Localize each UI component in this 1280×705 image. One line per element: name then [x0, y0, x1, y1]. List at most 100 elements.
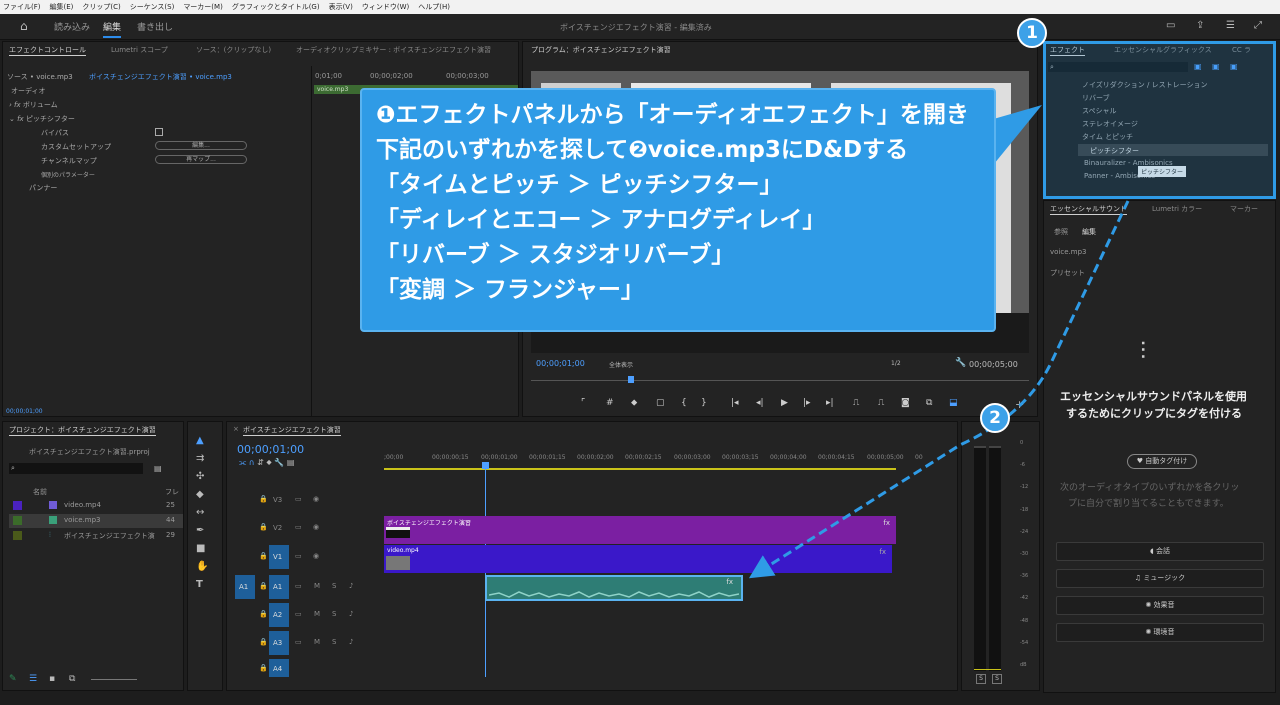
track-header-v1[interactable]: 🔒 V1 ▭ ◉	[227, 545, 384, 569]
sequence-clip-label[interactable]: ボイスチェンジエフェクト演習 • voice.mp3	[89, 72, 232, 82]
solo-button[interactable]: S	[332, 610, 336, 618]
close-icon[interactable]: ×	[233, 425, 239, 433]
rectangle-icon[interactable]: ■	[196, 544, 205, 554]
fullscreen-icon[interactable]: ⤢	[1254, 21, 1262, 31]
sync-icon[interactable]: ▭	[295, 523, 302, 531]
slip-icon[interactable]: ↔	[196, 508, 204, 518]
row-panner[interactable]: パンナー	[29, 183, 57, 193]
marker-icon[interactable]: ⬥	[631, 398, 637, 408]
row-pitch-shifter[interactable]: ⌄ fx ピッチシフター	[9, 114, 75, 124]
tab-import[interactable]: 読み込み	[54, 20, 90, 33]
solo-left-button[interactable]: S	[976, 674, 986, 684]
list-view-icon[interactable]: ☰	[29, 674, 37, 684]
share-icon[interactable]: ⇪	[1196, 21, 1204, 31]
edit-button[interactable]: 編集...	[155, 141, 247, 150]
nest-icon[interactable]: ⫘	[239, 458, 249, 467]
eye-icon[interactable]: ◉	[313, 495, 319, 503]
go-to-out-icon[interactable]: }	[701, 398, 707, 408]
icon-view-icon[interactable]: ▪	[49, 674, 55, 684]
mark-out-icon[interactable]: #	[606, 398, 614, 408]
track-header-a4[interactable]: 🔒 A4	[227, 659, 384, 677]
pencil-icon[interactable]: ✎	[9, 674, 17, 684]
freeform-view-icon[interactable]: ⧉	[69, 674, 75, 684]
menu-edit[interactable]: 編集(E)	[50, 2, 74, 12]
tab-audio-clip-mixer[interactable]: オーディオクリップミキサー : ボイスチェンジエフェクト演習	[296, 45, 491, 55]
lock-icon[interactable]: 🔒	[259, 495, 268, 503]
panel-toggle-icon[interactable]: ▭	[1166, 21, 1175, 31]
lock-icon[interactable]: 🔒	[259, 664, 268, 672]
track-header-v2[interactable]: 🔒 V2 ▭ ◉	[227, 516, 384, 540]
solo-right-button[interactable]: S	[992, 674, 1002, 684]
menu-clip[interactable]: クリップ(C)	[82, 2, 120, 12]
tab-lumetri-scopes[interactable]: Lumetri スコープ	[111, 45, 168, 55]
lock-icon[interactable]: 🔒	[259, 552, 268, 560]
tab-lumetri-color[interactable]: Lumetri カラー	[1152, 204, 1202, 214]
mic-icon[interactable]: ♪	[349, 610, 353, 618]
solo-button[interactable]: S	[332, 582, 336, 590]
program-playhead[interactable]	[628, 376, 634, 383]
settings-wrench-icon[interactable]: 🔧	[274, 458, 287, 467]
sync-icon[interactable]: ▭	[295, 495, 302, 503]
remap-button[interactable]: 再マップ...	[155, 155, 247, 164]
program-timecode[interactable]: 00;00;01;00	[536, 359, 585, 368]
menu-view[interactable]: 表示(V)	[329, 2, 353, 12]
menu-file[interactable]: ファイル(F)	[3, 2, 41, 12]
mark-in-icon[interactable]: ⌜	[581, 398, 585, 408]
tab-edit[interactable]: 編集	[103, 20, 122, 38]
step-back-icon[interactable]: |◂	[731, 398, 739, 408]
project-title[interactable]: プロジェクト：ボイスチェンジエフェクト演習	[9, 425, 156, 436]
menu-help[interactable]: ヘルプ(H)	[418, 2, 450, 12]
row-volume[interactable]: › fx ボリューム	[9, 100, 58, 110]
tab-effect-controls[interactable]: エフェクトコントロール	[9, 45, 86, 56]
lock-icon[interactable]: 🔒	[259, 610, 268, 618]
hand-icon[interactable]: ✋	[196, 562, 208, 572]
home-icon[interactable]: ⌂	[20, 20, 28, 32]
mute-button[interactable]: M	[314, 638, 320, 646]
captions-icon[interactable]: ▤	[287, 458, 295, 467]
ripple-edit-icon[interactable]: ✣	[196, 472, 204, 482]
mute-button[interactable]: M	[314, 582, 320, 590]
zoom-slider[interactable]	[91, 679, 137, 680]
lock-icon[interactable]: 🔒	[259, 523, 268, 531]
tab-markers[interactable]: マーカー	[1230, 204, 1258, 214]
sync-icon[interactable]: ▭	[295, 638, 302, 646]
go-to-in-icon[interactable]: {	[681, 398, 687, 408]
new-bin-icon[interactable]: ▤	[154, 464, 162, 474]
selection-tool-icon[interactable]: ▲	[196, 436, 204, 446]
project-item-voice[interactable]: voice.mp3 44	[9, 514, 183, 528]
project-item-sequence[interactable]: ⫶ ボイスチェンジエフェクト演 29	[9, 529, 183, 543]
timeline-title[interactable]: ボイスチェンジエフェクト演習	[243, 425, 341, 436]
lock-icon[interactable]: 🔒	[259, 638, 268, 646]
eye-icon[interactable]: ◉	[313, 523, 319, 531]
eye-icon[interactable]: ◉	[313, 552, 319, 560]
playhead-handle[interactable]	[482, 462, 489, 469]
project-search-input[interactable]: ⌕	[9, 463, 143, 474]
safe-margin-icon[interactable]: ▢	[656, 398, 665, 408]
mute-button[interactable]: M	[314, 610, 320, 618]
sfx-button[interactable]: ✺ 効果音	[1056, 596, 1264, 615]
lock-icon[interactable]: 🔒	[259, 582, 268, 590]
project-item-video[interactable]: video.mp4 25	[9, 499, 183, 513]
solo-button[interactable]: S	[332, 638, 336, 646]
menu-window[interactable]: ウィンドウ(W)	[362, 2, 409, 12]
track-header-a3[interactable]: 🔒 A3 ▭ M S ♪	[227, 631, 384, 655]
track-header-a2[interactable]: 🔒 A2 ▭ M S ♪	[227, 603, 384, 627]
mic-icon[interactable]: ♪	[349, 638, 353, 646]
sync-icon[interactable]: ▭	[295, 610, 302, 618]
type-tool-icon[interactable]: T	[196, 580, 203, 590]
tab-export[interactable]: 書き出し	[137, 20, 173, 33]
tab-source[interactable]: ソース：(クリップなし)	[196, 45, 271, 55]
timeline-timecode[interactable]: 00;00;01;00	[237, 443, 304, 456]
menu-sequence[interactable]: シーケンス(S)	[130, 2, 175, 12]
pen-icon[interactable]: ✒	[196, 526, 204, 536]
bypass-checkbox[interactable]	[155, 128, 163, 136]
sync-icon[interactable]: ▭	[295, 582, 302, 590]
column-name[interactable]: 名前	[33, 487, 47, 497]
clip-a1-voice[interactable]: fx	[485, 575, 743, 601]
ambience-button[interactable]: ✺ 環境音	[1056, 623, 1264, 642]
fit-select[interactable]: 全体表示	[609, 360, 633, 369]
menu-marker[interactable]: マーカー(M)	[183, 2, 223, 12]
workspace-icon[interactable]: ☰	[1226, 21, 1235, 31]
mic-icon[interactable]: ♪	[349, 582, 353, 590]
razor-icon[interactable]: ◆	[196, 490, 204, 500]
